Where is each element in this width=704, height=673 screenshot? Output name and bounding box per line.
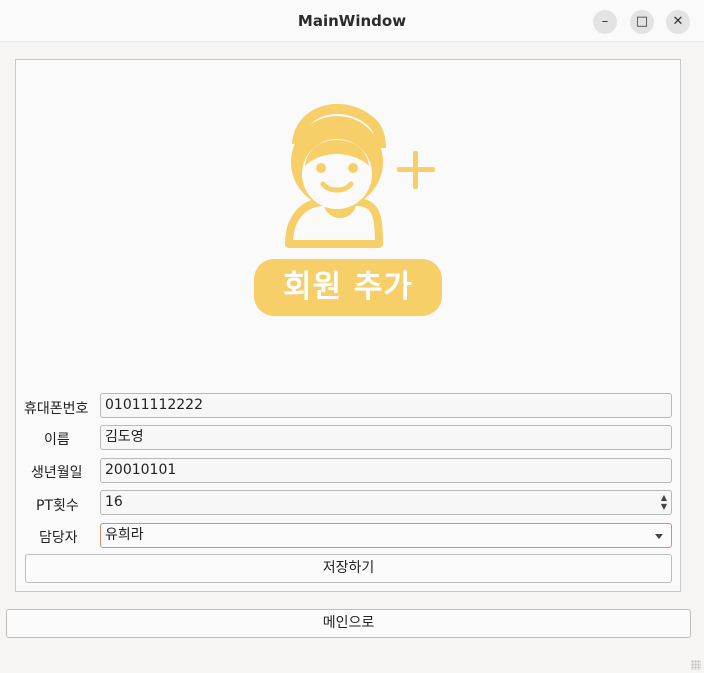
resize-grip-icon[interactable] (691, 660, 701, 670)
spin-arrows-icon[interactable]: ▲ ▼ (659, 493, 669, 512)
pt-count-value: 16 (105, 494, 123, 510)
main-menu-button[interactable]: 메인으로 (6, 609, 691, 638)
phone-label: 휴대폰번호 (24, 401, 89, 417)
chevron-down-icon (655, 534, 663, 539)
title-bar: MainWindow – □ ✕ (0, 0, 704, 42)
save-button[interactable]: 저장하기 (25, 554, 672, 583)
pt-count-label: PT횟수 (36, 498, 79, 514)
close-button[interactable]: ✕ (666, 10, 690, 34)
phone-field[interactable]: 01011112222 (100, 393, 672, 418)
birthdate-field[interactable]: 20010101 (100, 458, 672, 483)
minimize-button[interactable]: – (593, 10, 617, 34)
name-label: 이름 (44, 432, 70, 448)
trainer-selected-value: 유희라 (105, 527, 144, 543)
pt-count-spinbox[interactable]: 16 ▲ ▼ (100, 490, 672, 515)
trainer-select[interactable]: 유희라 (100, 523, 672, 548)
birthdate-label: 생년월일 (31, 465, 83, 481)
trainer-label: 담당자 (39, 530, 78, 546)
name-field[interactable]: 김도영 (100, 425, 672, 450)
maximize-button[interactable]: □ (630, 10, 654, 34)
add-member-badge: 회원 추가 (254, 259, 442, 316)
